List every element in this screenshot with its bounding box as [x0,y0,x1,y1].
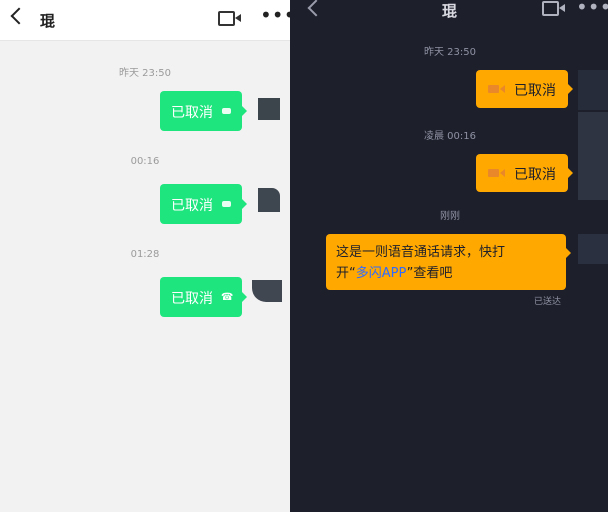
video-camera-icon [488,169,505,177]
message-line-1: 这是一则语音通话请求，快打 [336,245,506,260]
avatar[interactable] [578,234,608,264]
message-text: 已取消 [171,198,213,214]
voice-call-request-bubble[interactable]: 这是一则语音通话请求，快打 开“多闪APP”查看吧 [326,234,571,290]
chevron-left-icon[interactable] [307,0,325,17]
more-horizontal-icon[interactable]: ••• [576,0,608,17]
chat-title: 琨 [40,12,56,30]
more-horizontal-icon[interactable]: ••• [260,5,290,25]
right-header: 琨 ••• [290,0,608,40]
message-text: 已取消 [514,83,556,99]
app-link[interactable]: 多闪APP [356,266,407,281]
video-camera-icon [222,108,231,114]
call-cancelled-bubble[interactable]: 已取消 [160,184,247,224]
avatar[interactable] [578,70,608,110]
timestamp: 昨天 23:50 [424,47,476,58]
timestamp: 00:16 [130,156,160,167]
timestamp: 01:28 [130,249,160,260]
left-chat-pane: 琨 ••• 昨天 23:50 已取消 00:16 已取消 01:28 已取消 ☎ [0,0,290,512]
call-cancelled-bubble[interactable]: 已取消 [476,154,573,192]
message-text: 已取消 [514,167,556,183]
chat-title: 琨 [442,2,458,20]
message-line-2: 开“多闪APP”查看吧 [336,266,453,281]
timestamp: 刚刚 [440,211,460,222]
left-header: 琨 ••• [0,0,290,41]
message-text: 已取消 [171,291,213,307]
call-cancelled-bubble[interactable]: 已取消 ☎ [160,277,247,317]
delivery-status: 已送达 [534,297,562,307]
phone-icon: ☎ [221,292,234,303]
avatar[interactable] [578,112,608,200]
message-text: 已取消 [171,105,213,121]
call-cancelled-bubble[interactable]: 已取消 [476,70,573,108]
video-camera-icon [222,201,231,207]
right-chat-pane: 琨 ••• 昨天 23:50 已取消 凌晨 00:16 已取消 刚刚 这是一则语… [290,0,608,512]
video-camera-icon [488,85,505,93]
call-cancelled-bubble[interactable]: 已取消 [160,91,247,131]
timestamp: 凌晨 00:16 [424,131,476,142]
chevron-left-icon[interactable] [10,7,28,25]
timestamp: 昨天 23:50 [119,68,171,79]
